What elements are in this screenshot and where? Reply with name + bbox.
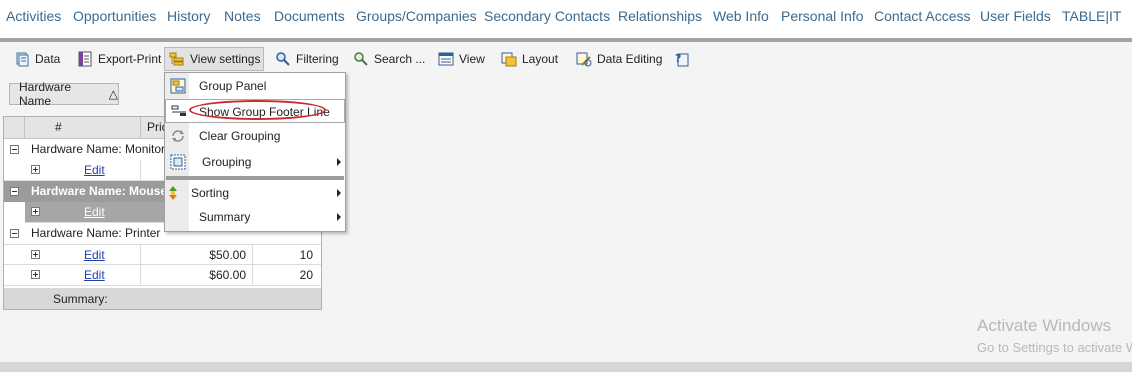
export-print-button[interactable]: Export-Print xyxy=(73,47,165,71)
export-print-label: Export-Print xyxy=(98,52,162,66)
menu-item-sorting[interactable]: Sorting xyxy=(165,181,345,205)
menu-item-label: Summary xyxy=(199,210,251,224)
expand-icon[interactable] xyxy=(31,250,40,259)
toolbar: Data Export-Print View settings Filterin… xyxy=(0,42,1132,74)
view-settings-icon xyxy=(169,51,185,67)
menu-item-summary[interactable]: Summary xyxy=(165,205,345,229)
price-cell: $60.00 xyxy=(141,265,253,286)
nav-relationships[interactable]: Relationships xyxy=(618,8,702,24)
view-button[interactable]: View xyxy=(434,47,489,71)
qty-cell: 20 xyxy=(299,268,313,282)
group-row-label: Hardware Name: Printer xyxy=(31,226,161,240)
grouping-icon xyxy=(170,154,186,170)
group-by-chip[interactable]: Hardware Name △ xyxy=(9,80,119,108)
submenu-arrow-icon xyxy=(337,189,341,197)
nav-opportunities[interactable]: Opportunities xyxy=(73,8,156,24)
expand-icon[interactable] xyxy=(31,270,40,279)
summary-row: Summary: xyxy=(4,288,321,309)
svg-text:?: ? xyxy=(675,52,681,65)
qty-cell: 10 xyxy=(299,248,313,262)
collapse-icon[interactable] xyxy=(10,145,19,154)
submenu-arrow-icon xyxy=(337,158,341,166)
layout-icon xyxy=(501,51,517,67)
nav-notes[interactable]: Notes xyxy=(224,8,261,24)
nav-groups-companies[interactable]: Groups/Companies xyxy=(356,8,477,24)
data-label: Data xyxy=(35,52,61,66)
refresh-icon xyxy=(170,128,186,144)
view-settings-button[interactable]: View settings xyxy=(164,47,264,71)
sort-icon xyxy=(168,185,184,201)
data-button[interactable]: Data xyxy=(10,47,64,71)
nav-secondary-contacts[interactable]: Secondary Contacts xyxy=(484,8,610,24)
edit-link[interactable]: Edit xyxy=(84,160,105,180)
nav-activities[interactable]: Activities xyxy=(6,8,61,24)
table-row: Edit $60.00 20 xyxy=(4,265,321,286)
expand-icon[interactable] xyxy=(31,165,40,174)
search-label: Search ... xyxy=(374,52,426,66)
collapse-icon[interactable] xyxy=(10,187,19,196)
view-label: View xyxy=(459,52,485,66)
filtering-button[interactable]: Filtering xyxy=(271,47,343,71)
menu-separator xyxy=(166,176,344,180)
group-row-label: Hardware Name: Mouse xyxy=(31,184,168,198)
horizontal-scrollbar[interactable] xyxy=(0,362,1132,372)
menu-item-label: Group Panel xyxy=(199,79,267,93)
menu-item-label: Sorting xyxy=(191,186,230,200)
edit-link[interactable]: Edit xyxy=(84,202,105,222)
layout-label: Layout xyxy=(522,52,559,66)
group-chip-label: Hardware Name xyxy=(19,80,72,108)
price-cell: $50.00 xyxy=(141,245,253,266)
group-footer-icon xyxy=(171,103,187,119)
table-row: Edit $50.00 10 xyxy=(4,244,321,266)
nav-documents[interactable]: Documents xyxy=(274,8,345,24)
help-icon: ? xyxy=(674,51,690,67)
nav-web-info[interactable]: Web Info xyxy=(713,8,769,24)
expand-icon[interactable] xyxy=(31,207,40,216)
data-editing-button[interactable]: Data Editing xyxy=(572,47,666,71)
header-expand-col xyxy=(4,117,25,138)
edit-link[interactable]: Edit xyxy=(84,265,105,285)
menu-item-group-panel[interactable]: Group Panel xyxy=(165,74,345,98)
top-nav: Activities Opportunities History Notes D… xyxy=(0,0,1132,38)
help-button[interactable]: ? xyxy=(670,47,694,71)
view-settings-menu: Group Panel Show Group Footer Line Clear… xyxy=(164,72,346,232)
highlight-oval xyxy=(189,100,326,120)
sort-ascending-icon: △ xyxy=(108,87,118,101)
menu-item-label: Clear Grouping xyxy=(199,129,281,143)
layout-button[interactable]: Layout xyxy=(497,47,562,71)
search-icon xyxy=(353,51,369,67)
magnifier-icon xyxy=(275,51,291,67)
data-editing-label: Data Editing xyxy=(597,52,663,66)
nav-personal-info[interactable]: Personal Info xyxy=(781,8,864,24)
group-row-label: Hardware Name: Monitor xyxy=(31,142,166,156)
nav-contact-access[interactable]: Contact Access xyxy=(874,8,971,24)
data-icon xyxy=(14,51,30,67)
menu-item-grouping[interactable]: Grouping xyxy=(165,150,345,174)
menu-item-label: Grouping xyxy=(202,155,252,169)
submenu-arrow-icon xyxy=(337,213,341,221)
menu-item-clear-grouping[interactable]: Clear Grouping xyxy=(165,124,345,148)
nav-history[interactable]: History xyxy=(167,8,211,24)
data-editing-icon xyxy=(576,51,592,67)
activation-watermark-title: Activate Windows xyxy=(977,316,1112,335)
edit-link[interactable]: Edit xyxy=(84,245,105,265)
export-print-icon xyxy=(77,51,93,67)
activation-watermark-subtitle: Go to Settings to activate Windows. xyxy=(977,340,1132,355)
view-settings-label: View settings xyxy=(190,52,261,66)
summary-label: Summary: xyxy=(53,292,108,306)
header-number[interactable]: # xyxy=(25,117,141,138)
nav-table-it[interactable]: TABLE|IT xyxy=(1062,8,1121,24)
filtering-label: Filtering xyxy=(296,52,339,66)
nav-user-fields[interactable]: User Fields xyxy=(980,8,1051,24)
search-button[interactable]: Search ... xyxy=(349,47,429,71)
collapse-icon[interactable] xyxy=(10,229,19,238)
group-panel-icon xyxy=(170,78,186,94)
view-icon xyxy=(438,51,454,67)
